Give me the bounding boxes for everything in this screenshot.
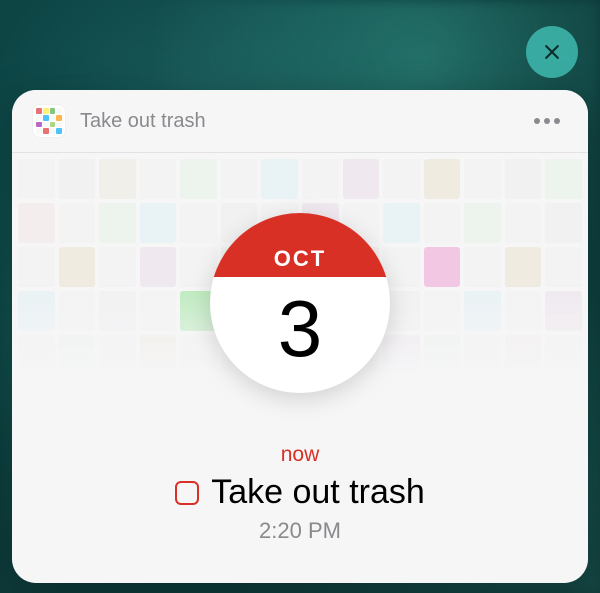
relative-time-label: now (281, 443, 320, 467)
task-time: 2:20 PM (259, 518, 341, 544)
app-icon (32, 104, 66, 138)
close-button[interactable] (526, 26, 578, 78)
notification-card: Take out trash OCT 3 now Take out trash (12, 90, 588, 583)
task-checkbox[interactable] (175, 481, 199, 505)
ellipsis-icon (534, 118, 540, 124)
task-row: Take out trash (175, 473, 425, 512)
calendar-badge: OCT 3 (210, 213, 390, 393)
close-icon (542, 42, 562, 62)
header-title: Take out trash (80, 110, 526, 133)
card-body: OCT 3 now Take out trash 2:20 PM (12, 153, 588, 583)
task-title: Take out trash (211, 473, 425, 512)
task-content: now Take out trash 2:20 PM (12, 443, 588, 544)
ellipsis-icon (544, 118, 550, 124)
card-header: Take out trash (12, 90, 588, 153)
calendar-day: 3 (210, 277, 390, 393)
ellipsis-icon (554, 118, 560, 124)
more-button[interactable] (526, 110, 568, 132)
calendar-month: OCT (274, 246, 326, 272)
